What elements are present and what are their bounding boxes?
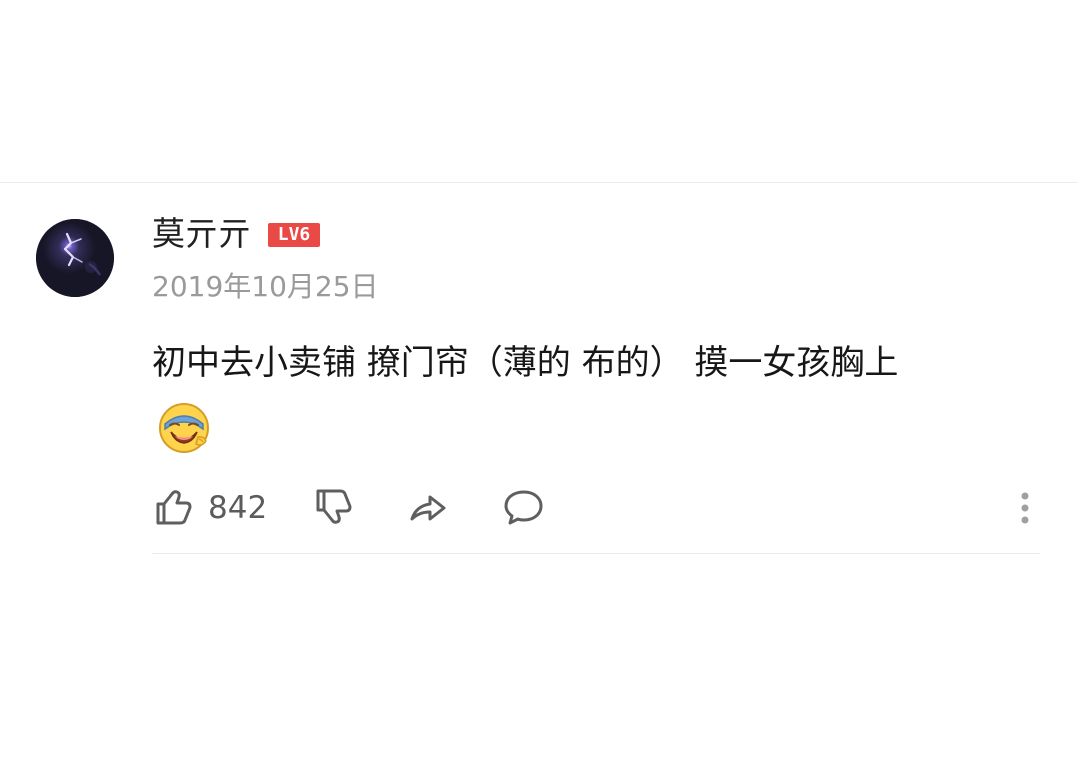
thumbs-up-icon[interactable] [152, 486, 194, 528]
comment-actions: 842 [150, 480, 1040, 536]
laughing-face-emoji [157, 401, 211, 455]
comment-icon[interactable] [501, 486, 547, 528]
username[interactable]: 莫亓亓 [152, 214, 251, 254]
level-badge: LV6 [268, 223, 320, 247]
top-divider [0, 182, 1078, 183]
like-count: 842 [208, 490, 268, 526]
more-vertical-icon[interactable] [1010, 488, 1040, 528]
avatar[interactable] [36, 219, 114, 297]
comment-text: 初中去小卖铺 撩门帘（薄的 布的） 摸一女孩胸上 [152, 343, 899, 383]
thumbs-down-icon[interactable] [312, 486, 354, 528]
comment-date: 2019年10月25日 [152, 270, 379, 303]
share-icon[interactable] [406, 486, 450, 528]
bottom-divider [152, 553, 1040, 554]
avatar-image [36, 219, 114, 297]
